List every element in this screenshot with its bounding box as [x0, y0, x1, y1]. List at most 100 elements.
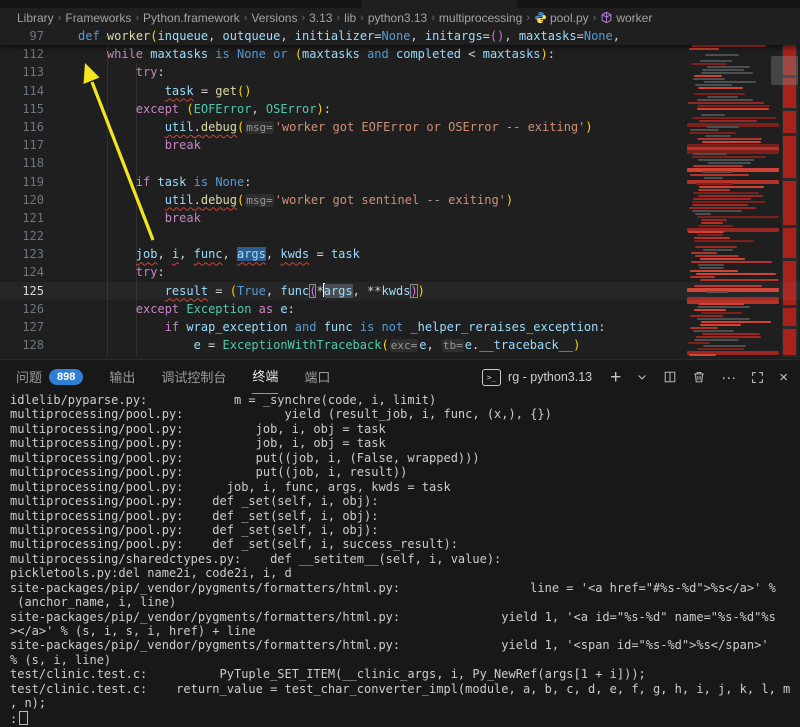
- inlay-hint: msg=: [245, 194, 274, 207]
- kill-terminal-button[interactable]: [692, 368, 706, 387]
- terminal-cursor: [19, 711, 28, 725]
- editor-line[interactable]: 115 except (EOFError, OSError):: [0, 100, 800, 118]
- breadcrumb-item-multiprocessing[interactable]: multiprocessing: [439, 11, 522, 25]
- terminal-line: multiprocessing/pool.py: job, i, obj = t…: [0, 436, 800, 450]
- terminal-line: test/clinic.test.c: return_value = test_…: [0, 682, 800, 696]
- breadcrumb-item-python3-13[interactable]: python3.13: [368, 11, 427, 25]
- line-number: 121: [0, 209, 44, 227]
- indent-guide: [136, 63, 137, 357]
- tab-problems[interactable]: 问题898: [16, 361, 83, 394]
- panel-tab-label: 输出: [109, 361, 135, 394]
- inlay-hint: exc=: [390, 339, 419, 352]
- tab-output[interactable]: 输出: [109, 361, 135, 394]
- editor-line[interactable]: 112 while maxtasks is None or (maxtasks …: [0, 45, 800, 63]
- editor-line[interactable]: 125 result = (True, func(*args, **kwds)): [0, 282, 800, 300]
- breadcrumb-separator: ›: [58, 12, 62, 24]
- code-text: util.debug(msg='worker got sentinel -- e…: [78, 191, 513, 209]
- split-terminal-button[interactable]: [663, 368, 677, 387]
- breadcrumb-label: lib: [344, 11, 356, 25]
- breadcrumb-label: Python.framework: [143, 11, 240, 25]
- terminal-line: , n);: [0, 696, 800, 710]
- editor-line[interactable]: 123 job, i, func, args, kwds = task: [0, 245, 800, 263]
- breadcrumb-label: python3.13: [368, 11, 427, 25]
- code-text: if wrap_exception and func is not _helpe…: [78, 318, 606, 336]
- line-number: 125: [0, 282, 44, 300]
- tab-strip: [0, 0, 800, 8]
- breadcrumb-separator: ›: [431, 12, 435, 24]
- breadcrumb-label: multiprocessing: [439, 11, 522, 25]
- inlay-hint: tb=: [442, 339, 464, 352]
- code-text: break: [78, 209, 201, 227]
- panel-tab-label: 问题: [16, 361, 42, 394]
- maximize-panel-button[interactable]: [751, 368, 764, 387]
- editor-line[interactable]: 119 if task is None:: [0, 173, 800, 191]
- breadcrumb-item-worker[interactable]: worker: [600, 11, 652, 25]
- editor-line[interactable]: 127 if wrap_exception and func is not _h…: [0, 318, 800, 336]
- breadcrumb-item-python-framework[interactable]: Python.framework: [143, 11, 240, 25]
- editor-line[interactable]: 114 task = get(): [0, 82, 800, 100]
- terminal-line: (anchor_name, i, line): [0, 595, 800, 609]
- editor-line[interactable]: 120 util.debug(msg='worker got sentinel …: [0, 191, 800, 209]
- breadcrumb-separator: ›: [135, 12, 139, 24]
- terminal-output[interactable]: idlelib/pyparse.py: m = _synchre(code, i…: [0, 393, 800, 727]
- breadcrumb-separator: ›: [526, 12, 530, 24]
- terminal-line: multiprocessing/pool.py: def _set(self, …: [0, 494, 800, 508]
- editor-lines[interactable]: 112 while maxtasks is None or (maxtasks …: [0, 45, 800, 354]
- tab-terminal[interactable]: 终端: [252, 361, 278, 394]
- terminal-session-item[interactable]: >_ rg - python3.13: [482, 369, 592, 386]
- terminal-dropdown-button[interactable]: [636, 368, 648, 387]
- code-text: result = (True, func(*args, **kwds)): [78, 282, 425, 300]
- editor-line[interactable]: 118: [0, 154, 800, 172]
- terminal-line: test/clinic.test.c: PyTuple_SET_ITEM(__c…: [0, 667, 800, 681]
- sticky-scroll-line[interactable]: 97def worker(inqueue, outqueue, initiali…: [0, 27, 800, 45]
- code-text: util.debug(msg='worker got EOFError or O…: [78, 118, 593, 136]
- editor-line[interactable]: 121 break: [0, 209, 800, 227]
- line-number: 124: [0, 263, 44, 281]
- terminal-icon: >_: [482, 369, 501, 386]
- breadcrumb-item-frameworks[interactable]: Frameworks: [65, 11, 131, 25]
- terminal-line: idlelib/pyparse.py: m = _synchre(code, i…: [0, 393, 800, 407]
- code-editor[interactable]: 97def worker(inqueue, outqueue, initiali…: [0, 27, 800, 359]
- breadcrumb-separator: ›: [336, 12, 340, 24]
- editor-line[interactable]: 113 try:: [0, 63, 800, 81]
- line-number: 117: [0, 136, 44, 154]
- code-text: e = ExceptionWithTraceback(exc=e, tb=e._…: [78, 336, 580, 354]
- breadcrumb-label: pool.py: [550, 11, 589, 25]
- panel-header: 问题898 输出调试控制台终端端口 >_ rg - python3.13 + ···…: [0, 360, 800, 394]
- panel-tabs: 问题898 输出调试控制台终端端口: [16, 361, 356, 394]
- breadcrumb-item-lib[interactable]: lib: [344, 11, 356, 25]
- terminal-line: multiprocessing/pool.py: put((job, i, re…: [0, 465, 800, 479]
- editor-line[interactable]: 117 break: [0, 136, 800, 154]
- breadcrumb-item-pool-py[interactable]: pool.py: [534, 11, 589, 25]
- terminal-line: multiprocessing/pool.py: def _set(self, …: [0, 523, 800, 537]
- breadcrumb-item-library[interactable]: Library: [17, 11, 54, 25]
- editor-line[interactable]: 116 util.debug(msg='worker got EOFError …: [0, 118, 800, 136]
- code-text: def worker(inqueue, outqueue, initialize…: [78, 27, 620, 45]
- breadcrumb: Library›Frameworks›Python.framework›Vers…: [0, 8, 800, 27]
- line-number: 118: [0, 154, 44, 172]
- symbol-method-icon: [600, 11, 616, 25]
- editor-line[interactable]: 126 except Exception as e:: [0, 300, 800, 318]
- terminal-line: multiprocessing/pool.py: job, i, func, a…: [0, 480, 800, 494]
- breadcrumb-separator: ›: [301, 12, 305, 24]
- sticky-line[interactable]: 97def worker(inqueue, outqueue, initiali…: [0, 27, 800, 45]
- panel-tab-label: 端口: [304, 361, 330, 394]
- inlay-hint: msg=: [245, 121, 274, 134]
- breadcrumb-label: Library: [17, 11, 54, 25]
- more-actions-button[interactable]: ···: [721, 368, 736, 387]
- line-number: 127: [0, 318, 44, 336]
- line-number: 113: [0, 63, 44, 81]
- code-text: except Exception as e:: [78, 300, 295, 318]
- close-panel-button[interactable]: ×: [779, 368, 788, 387]
- terminal-line: pickletools.py:del name2i, code2i, i, d: [0, 566, 800, 580]
- tab-debug-console[interactable]: 调试控制台: [161, 361, 226, 394]
- tab-ports[interactable]: 端口: [304, 361, 330, 394]
- breadcrumb-item-3-13[interactable]: 3.13: [309, 11, 332, 25]
- editor-line[interactable]: 128 e = ExceptionWithTraceback(exc=e, tb…: [0, 336, 800, 354]
- editor-line[interactable]: 124 try:: [0, 263, 800, 281]
- panel-actions: + ··· ×: [592, 368, 788, 387]
- breadcrumb-item-versions[interactable]: Versions: [251, 11, 297, 25]
- editor-line[interactable]: 122: [0, 227, 800, 245]
- code-text: while maxtasks is None or (maxtasks and …: [78, 45, 555, 63]
- new-terminal-button[interactable]: +: [610, 368, 621, 387]
